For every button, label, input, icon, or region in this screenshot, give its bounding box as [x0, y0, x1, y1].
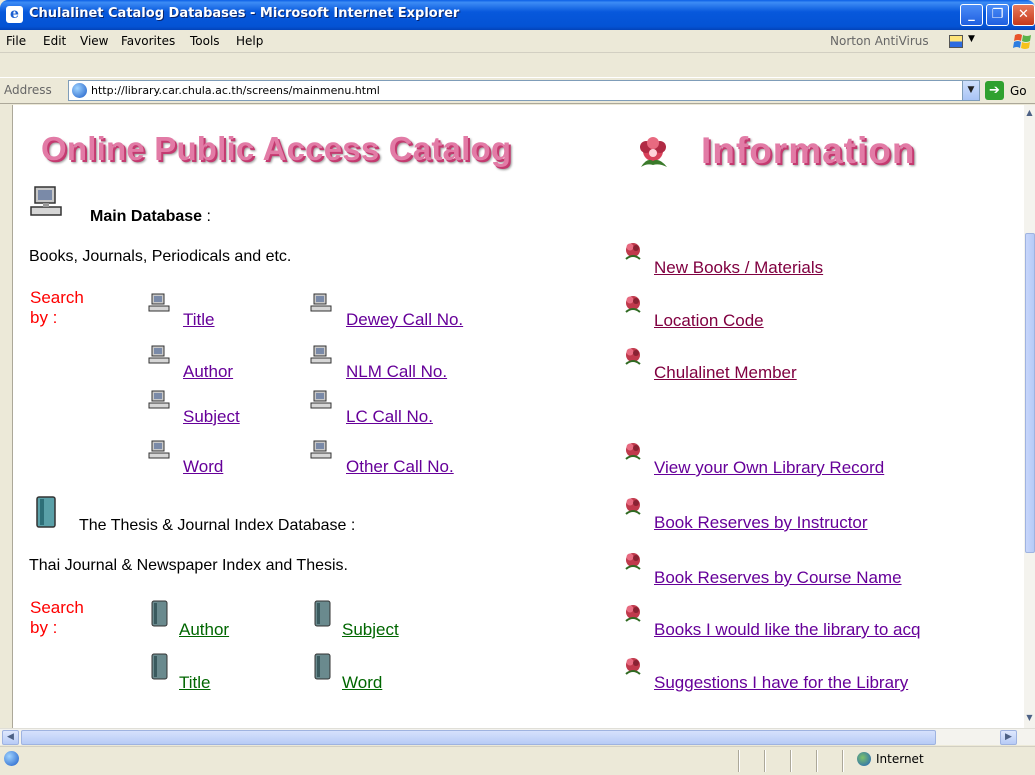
flower-bullet-icon — [625, 296, 641, 313]
scroll-down-icon[interactable]: ▼ — [1024, 710, 1035, 726]
search-lc-link[interactable]: LC Call No. — [346, 407, 433, 427]
horizontal-scroll-thumb[interactable] — [21, 730, 936, 745]
thesis-word-link[interactable]: Word — [342, 673, 382, 693]
menu-bar: File Edit View Favorites Tools Help Nort… — [0, 30, 1035, 53]
info-link-reserves-course[interactable]: Book Reserves by Course Name — [654, 568, 902, 588]
minimize-button[interactable]: _ — [960, 4, 983, 26]
computer-icon — [310, 293, 332, 312]
computer-icon — [148, 345, 170, 364]
title-bar: e Chulalinet Catalog Databases - Microso… — [0, 0, 1035, 30]
book-icon — [36, 496, 56, 528]
status-divider — [790, 750, 792, 772]
page-status-icon — [4, 751, 19, 766]
page-content: Online Public Access Catalog Information… — [12, 105, 1024, 728]
restore-button[interactable]: ❐ — [986, 4, 1009, 26]
flower-bullet-icon — [625, 243, 641, 260]
book-icon — [314, 600, 331, 627]
status-divider — [842, 750, 844, 772]
scroll-left-icon[interactable]: ◀ — [2, 730, 19, 745]
norton-antivirus-label[interactable]: Norton AntiVirus — [830, 34, 929, 48]
computer-icon — [148, 293, 170, 312]
address-input[interactable]: http://library.car.chula.ac.th/screens/m… — [68, 80, 980, 101]
computer-icon — [148, 390, 170, 409]
browser-window: e Chulalinet Catalog Databases - Microso… — [0, 0, 1035, 775]
flower-bullet-icon — [625, 605, 641, 622]
norton-icon[interactable] — [949, 35, 963, 48]
info-link-own-record[interactable]: View your Own Library Record — [654, 458, 884, 478]
computer-icon — [30, 186, 62, 216]
toolbar-area — [0, 54, 1035, 77]
vertical-scrollbar[interactable]: ▲ ▼ — [1024, 105, 1035, 728]
status-divider — [816, 750, 818, 772]
menu-favorites[interactable]: Favorites — [121, 34, 175, 48]
flower-icon — [640, 137, 667, 167]
go-button[interactable]: Go — [1010, 84, 1027, 98]
address-label: Address — [4, 83, 52, 97]
status-bar: Internet — [0, 746, 1035, 775]
menu-file[interactable]: File — [6, 34, 26, 48]
flower-bullet-icon — [625, 348, 641, 365]
address-dropdown-icon[interactable]: ▼ — [962, 81, 979, 100]
search-dewey-link[interactable]: Dewey Call No. — [346, 310, 463, 330]
computer-icon — [148, 440, 170, 459]
book-icon — [151, 653, 168, 680]
search-nlm-link[interactable]: NLM Call No. — [346, 362, 447, 382]
opac-heading: Online Public Access Catalog — [41, 130, 512, 167]
norton-dropdown-icon[interactable]: ▼ — [968, 34, 975, 44]
search-author-link[interactable]: Author — [183, 362, 233, 382]
book-icon — [314, 653, 331, 680]
ie-icon: e — [6, 6, 23, 23]
main-database-description: Books, Journals, Periodicals and etc. — [29, 248, 292, 265]
info-link-location-code[interactable]: Location Code — [654, 311, 764, 331]
search-by-label: Search by : — [30, 598, 84, 637]
go-arrow-icon[interactable]: ➔ — [985, 81, 1004, 100]
info-link-chulalinet-member[interactable]: Chulalinet Member — [654, 363, 797, 383]
status-divider — [764, 750, 766, 772]
computer-icon — [310, 390, 332, 409]
flower-bullet-icon — [625, 553, 641, 570]
computer-icon — [310, 440, 332, 459]
info-link-acquire-request[interactable]: Books I would like the library to acq — [654, 620, 920, 640]
menu-edit[interactable]: Edit — [43, 34, 66, 48]
internet-zone-icon — [857, 752, 871, 766]
close-button[interactable]: ✕ — [1012, 4, 1035, 26]
search-title-link[interactable]: Title — [183, 310, 215, 330]
security-zone-label: Internet — [876, 752, 924, 766]
horizontal-scrollbar[interactable]: ◀ ▶ — [0, 728, 1035, 745]
search-other-call-link[interactable]: Other Call No. — [346, 457, 454, 477]
main-database-title: Main Database : — [90, 208, 211, 225]
flower-bullet-icon — [625, 443, 641, 460]
book-icon — [151, 600, 168, 627]
scroll-up-icon[interactable]: ▲ — [1024, 105, 1035, 121]
thesis-author-link[interactable]: Author — [179, 620, 229, 640]
thesis-database-description: Thai Journal & Newspaper Index and Thesi… — [29, 557, 348, 574]
thesis-title-link[interactable]: Title — [179, 673, 211, 693]
menu-help[interactable]: Help — [236, 34, 263, 48]
info-link-new-books[interactable]: New Books / Materials — [654, 258, 823, 278]
vertical-scroll-thumb[interactable] — [1025, 233, 1035, 553]
address-url[interactable]: http://library.car.chula.ac.th/screens/m… — [91, 84, 380, 97]
info-link-reserves-instructor[interactable]: Book Reserves by Instructor — [654, 513, 868, 533]
page-icon — [72, 83, 87, 98]
status-divider — [738, 750, 740, 772]
information-heading: Information — [701, 130, 916, 171]
address-bar: Address http://library.car.chula.ac.th/s… — [0, 77, 1035, 104]
scroll-right-icon[interactable]: ▶ — [1000, 730, 1017, 745]
thesis-subject-link[interactable]: Subject — [342, 620, 399, 640]
thesis-database-title: The Thesis & Journal Index Database : — [79, 517, 356, 534]
menu-tools[interactable]: Tools — [190, 34, 220, 48]
search-word-link[interactable]: Word — [183, 457, 223, 477]
info-link-suggestions[interactable]: Suggestions I have for the Library — [654, 673, 908, 693]
menu-view[interactable]: View — [80, 34, 108, 48]
windows-logo-icon — [1013, 34, 1031, 49]
computer-icon — [310, 345, 332, 364]
window-title: Chulalinet Catalog Databases - Microsoft… — [29, 6, 460, 21]
flower-bullet-icon — [625, 658, 641, 675]
search-by-label: Search by : — [30, 288, 84, 327]
search-subject-link[interactable]: Subject — [183, 407, 240, 427]
flower-bullet-icon — [625, 498, 641, 515]
